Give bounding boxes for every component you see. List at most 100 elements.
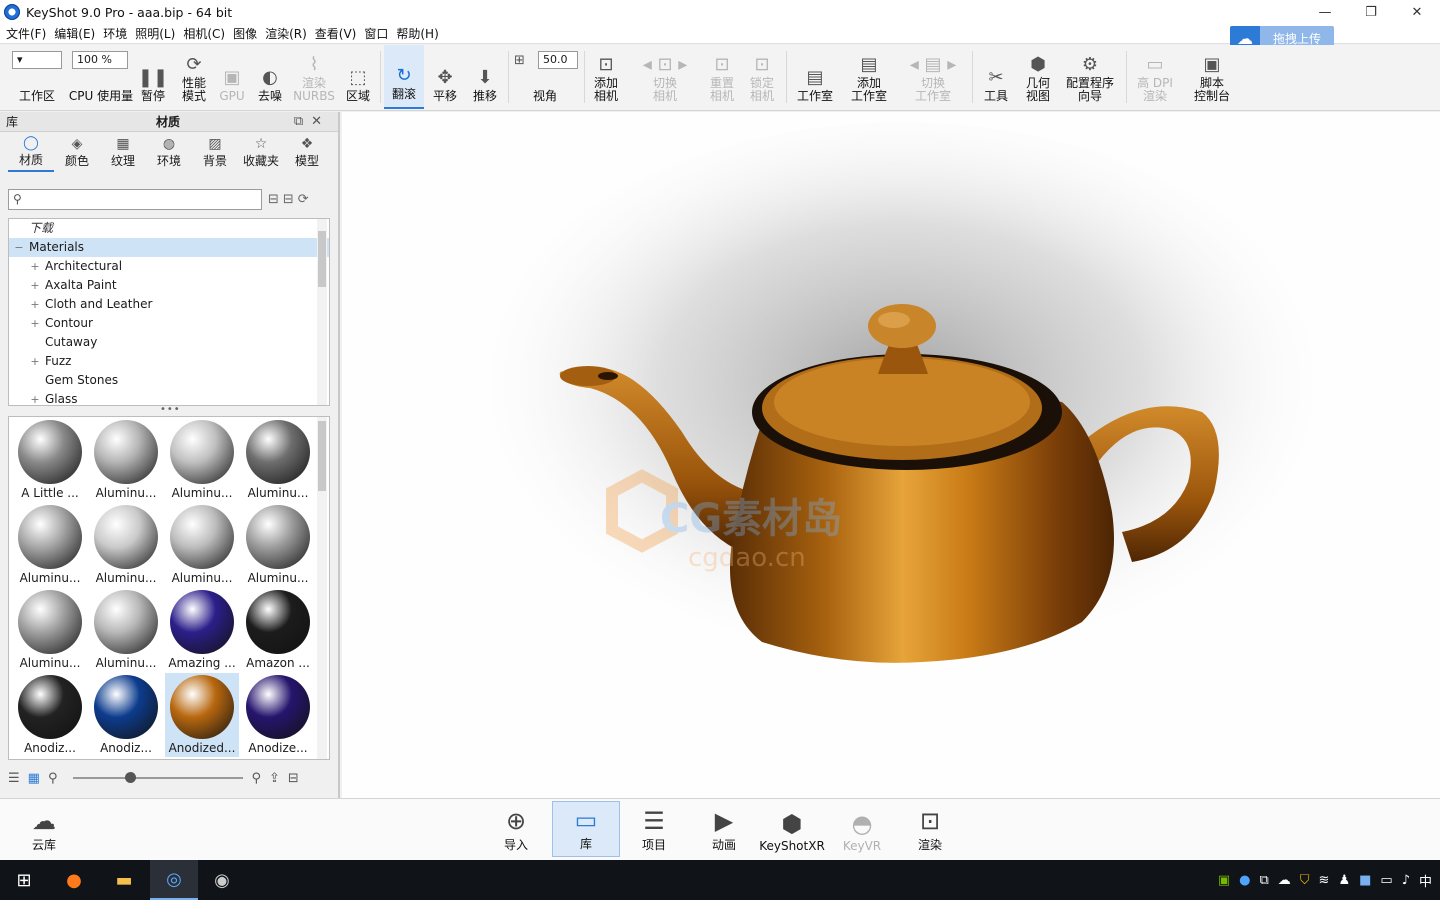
studio-button[interactable]: ▤ 工作室 bbox=[792, 45, 838, 109]
switch-studio-button[interactable]: ◂ ▤ ▸ 切换 工作室 bbox=[904, 45, 962, 109]
zoom-in-icon[interactable]: ⚲ bbox=[251, 771, 261, 786]
grid-view-icon[interactable]: ▦ bbox=[28, 771, 40, 786]
tree-item[interactable]: Cutaway bbox=[9, 333, 329, 352]
tumble-button[interactable]: ↻ 翻滚 bbox=[384, 45, 424, 109]
add-camera-button[interactable]: ⊡ 添加 相机 bbox=[588, 45, 624, 109]
tree-item[interactable]: + Contour bbox=[9, 314, 329, 333]
tab-environments[interactable]: ◍ 环境 bbox=[146, 132, 192, 172]
material-thumbnail[interactable]: Aluminu... bbox=[165, 418, 239, 502]
menu-lighting[interactable]: 照明(L) bbox=[133, 25, 181, 42]
close-button[interactable]: ✕ bbox=[1394, 0, 1440, 24]
ribbon-button[interactable]: ☁ 云库 bbox=[10, 801, 78, 857]
expand-icon[interactable]: + bbox=[29, 276, 41, 295]
material-thumbnail[interactable]: Aluminu... bbox=[165, 503, 239, 587]
folder-import-icon[interactable]: ⊟ bbox=[288, 771, 299, 786]
pan-button[interactable]: ✥ 平移 bbox=[426, 45, 464, 109]
material-thumbnail[interactable]: Anodiz... bbox=[13, 673, 87, 757]
tab-favorites[interactable]: ☆ 收藏夹 bbox=[238, 132, 284, 172]
tab-materials[interactable]: ◯ 材质 bbox=[8, 132, 54, 172]
tree-item[interactable]: + Fuzz bbox=[9, 352, 329, 371]
ribbon-button[interactable]: ⊡ 渲染 bbox=[896, 801, 964, 857]
tab-textures[interactable]: ▦ 纹理 bbox=[100, 132, 146, 172]
material-thumbnail[interactable]: Amazing ... bbox=[165, 588, 239, 672]
tree-item[interactable]: − Materials bbox=[9, 238, 329, 257]
lock-camera-button[interactable]: ⊡ 锁定 相机 bbox=[744, 45, 780, 109]
tools-button[interactable]: ✂ 工具 bbox=[980, 45, 1012, 109]
stop-icon[interactable]: ■ bbox=[1359, 873, 1371, 888]
volume-icon[interactable]: ♪ bbox=[1402, 873, 1410, 888]
menu-view[interactable]: 查看(V) bbox=[313, 25, 363, 42]
add-studio-button[interactable]: ▤ 添加 工作室 bbox=[846, 45, 892, 109]
list-view-icon[interactable]: ☰ bbox=[8, 771, 20, 786]
menu-environment[interactable]: 环境 bbox=[101, 25, 133, 42]
hidpi-render-button[interactable]: ▭ 高 DPI 渲染 bbox=[1132, 45, 1178, 109]
material-thumbnail[interactable]: Aluminu... bbox=[13, 503, 87, 587]
pause-button[interactable]: ❚❚ 暂停 bbox=[136, 45, 170, 109]
collapse-icon[interactable]: − bbox=[13, 238, 25, 257]
denoise-button[interactable]: ◐ 去噪 bbox=[252, 45, 288, 109]
material-thumbnail[interactable]: Aluminu... bbox=[89, 418, 163, 502]
tab-models[interactable]: ❖ 模型 bbox=[284, 132, 330, 172]
material-thumbnail[interactable]: Aluminu... bbox=[241, 418, 315, 502]
qq-icon[interactable]: ♟ bbox=[1338, 873, 1350, 888]
expand-icon[interactable]: + bbox=[29, 314, 41, 333]
minimize-button[interactable]: — bbox=[1302, 0, 1348, 24]
reset-camera-button[interactable]: ⊡ 重置 相机 bbox=[704, 45, 740, 109]
ribbon-button[interactable]: ◓ KeyVR bbox=[828, 801, 896, 857]
restore-button[interactable]: ❐ bbox=[1348, 0, 1394, 24]
tree-item[interactable]: 下载 bbox=[9, 219, 329, 238]
splitter-grip-icon[interactable]: ••• bbox=[160, 404, 181, 415]
material-thumbnail[interactable]: A Little ... bbox=[13, 418, 87, 502]
cpu-usage-tool[interactable]: CPU 使用量 bbox=[68, 45, 134, 109]
tab-backplates[interactable]: ▨ 背景 bbox=[192, 132, 238, 172]
tree-item[interactable]: + Axalta Paint bbox=[9, 276, 329, 295]
ribbon-button[interactable]: ▭ 库 bbox=[552, 801, 620, 857]
keyshot-taskbar-icon[interactable]: ◎ bbox=[150, 860, 198, 900]
firefox-icon[interactable]: ● bbox=[50, 860, 98, 900]
expand-icon[interactable]: + bbox=[29, 390, 41, 405]
menu-render[interactable]: 渲染(R) bbox=[263, 25, 313, 42]
tab-colors[interactable]: ◈ 颜色 bbox=[54, 132, 100, 172]
expand-icon[interactable]: + bbox=[29, 257, 41, 276]
upload-cloud-icon[interactable]: ⇪ bbox=[269, 771, 280, 786]
grid-scrollbar[interactable] bbox=[317, 417, 327, 759]
menu-camera[interactable]: 相机(C) bbox=[181, 25, 231, 42]
render-viewport[interactable]: CG素材岛 cgdao.cn bbox=[342, 112, 1440, 798]
material-thumbnail[interactable]: Aluminu... bbox=[13, 588, 87, 672]
material-thumbnail[interactable]: Amazon ... bbox=[241, 588, 315, 672]
performance-mode-button[interactable]: ⟳ 性能 模式 bbox=[174, 45, 214, 109]
material-thumbnail[interactable]: Anodized... bbox=[165, 673, 239, 757]
material-thumbnail[interactable]: Aluminu... bbox=[241, 503, 315, 587]
tree-item[interactable]: + Architectural bbox=[9, 257, 329, 276]
panel-controls[interactable]: ⧉✕ bbox=[294, 114, 330, 129]
wifi-icon[interactable]: ≋ bbox=[1319, 873, 1330, 888]
menu-image[interactable]: 图像 bbox=[231, 25, 263, 42]
nvidia-icon[interactable]: ▣ bbox=[1218, 873, 1230, 888]
geometry-view-button[interactable]: ⬢ 几何 视图 bbox=[1020, 45, 1056, 109]
baidu-cloud-icon[interactable]: ☁ bbox=[1278, 873, 1291, 888]
tree-item[interactable]: + Cloth and Leather bbox=[9, 295, 329, 314]
region-button[interactable]: ⬚ 区域 bbox=[340, 45, 376, 109]
menu-file[interactable]: 文件(F) bbox=[4, 25, 52, 42]
network-share-icon[interactable]: ⧉ bbox=[1259, 873, 1268, 888]
chat-icon[interactable]: ● bbox=[1239, 873, 1250, 888]
configurator-wizard-button[interactable]: ⚙ 配置程序 向导 bbox=[1062, 45, 1118, 109]
security-shield-icon[interactable]: ⛉ bbox=[1300, 873, 1310, 888]
menu-edit[interactable]: 编辑(E) bbox=[52, 25, 101, 42]
ribbon-button[interactable]: ▶ 动画 bbox=[690, 801, 758, 857]
ribbon-button[interactable]: ⬢ KeyShotXR bbox=[758, 801, 826, 857]
switch-camera-button[interactable]: ◂ ⊡ ▸ 切换 相机 bbox=[636, 45, 694, 109]
material-thumbnail[interactable]: Anodiz... bbox=[89, 673, 163, 757]
ime-indicator[interactable]: 中 bbox=[1419, 871, 1432, 890]
workspace-tool[interactable]: 工作区 bbox=[12, 45, 62, 109]
library-folder-tools[interactable]: ⊟⊟⟳ bbox=[268, 192, 313, 207]
material-thumbnail[interactable]: Anodize... bbox=[241, 673, 315, 757]
ribbon-button[interactable]: ⊕ 导入 bbox=[482, 801, 550, 857]
display-icon[interactable]: ▭ bbox=[1380, 873, 1392, 888]
material-thumbnail[interactable]: Aluminu... bbox=[89, 588, 163, 672]
material-thumbnail[interactable]: Aluminu... bbox=[89, 503, 163, 587]
gpu-button[interactable]: ▣ GPU bbox=[216, 45, 248, 109]
menu-window[interactable]: 窗口 bbox=[362, 25, 394, 42]
library-search-input[interactable]: ⚲ bbox=[8, 188, 262, 210]
render-nurbs-button[interactable]: ⌇ 渲染 NURBS bbox=[292, 45, 336, 109]
